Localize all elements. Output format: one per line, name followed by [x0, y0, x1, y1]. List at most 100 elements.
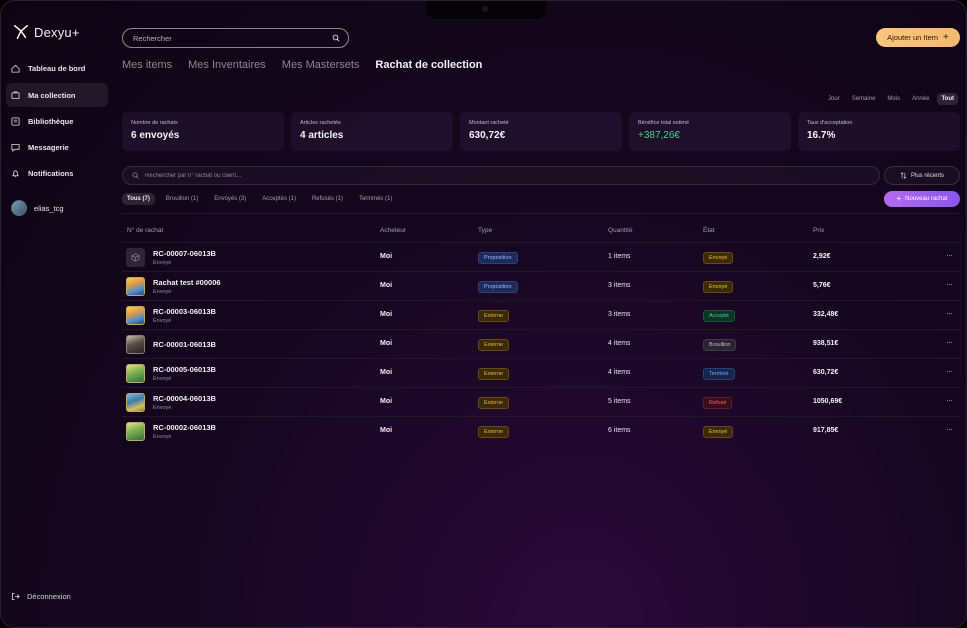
buyback-id-cell: RC-00007-06013B Envoyé — [153, 249, 216, 266]
column-header-price: Prix — [813, 227, 825, 234]
sort-button[interactable]: Plus récents — [884, 166, 960, 185]
tab-inventories[interactable]: Mes Inventaires — [188, 59, 266, 71]
table-row[interactable]: Rachat test #00006 Envoyé Moi Propositio… — [122, 271, 960, 300]
period-day[interactable]: Jour — [824, 93, 844, 105]
add-item-button[interactable]: Ajouter un Item + — [876, 28, 960, 47]
chip-finished[interactable]: Terminés (1) — [354, 193, 397, 205]
buyer: Moi — [380, 282, 393, 289]
status-badge: Accepté — [703, 310, 735, 322]
logout-button[interactable]: Déconnexion — [11, 592, 71, 601]
plus-icon: + — [896, 194, 902, 203]
buyback-id-cell: RC-00002-06013B Envoyé — [153, 423, 216, 440]
table-row[interactable]: RC-00005-06013B Envoyé Moi Externe 4 ite… — [122, 358, 960, 387]
buyback-id-cell: RC-00001-06013B — [153, 340, 216, 349]
tab-collection-buyback[interactable]: Rachat de collection — [375, 59, 482, 71]
table-row[interactable]: RC-00001-06013B Moi Externe 4 items Brou… — [122, 329, 960, 358]
type-badge: Externe — [478, 426, 509, 438]
table-row[interactable]: RC-00003-06013B Envoyé Moi Externe 3 ite… — [122, 300, 960, 329]
price: 630,72€ — [813, 369, 839, 376]
period-week[interactable]: Semaine — [848, 93, 880, 105]
item-thumbnail — [126, 306, 145, 325]
column-header-type: Type — [478, 227, 493, 234]
more-options-icon[interactable]: ··· — [946, 366, 953, 376]
sidebar-item-collection[interactable]: Ma collection — [6, 83, 108, 107]
buyback-id: RC-00005-06013B — [153, 365, 216, 374]
stats-cards: Nombre de rachats 6 envoyés Articles rac… — [122, 112, 960, 151]
buyback-substatus: Envoyé — [153, 405, 172, 411]
buyer: Moi — [380, 427, 393, 434]
stat-card-count: Nombre de rachats 6 envoyés — [122, 112, 284, 151]
camera-icon — [482, 6, 488, 12]
period-all[interactable]: Tout — [937, 93, 958, 105]
buyer: Moi — [380, 398, 393, 405]
chip-all[interactable]: Tous (7) — [122, 193, 155, 205]
buyback-id: RC-00001-06013B — [153, 340, 216, 349]
buyback-id-cell: RC-00004-06013B Envoyé — [153, 394, 216, 411]
table-row[interactable]: RC-00007-06013B Envoyé Moi Proposition 1… — [122, 242, 960, 271]
stat-card-articles: Articles rachetés 4 articles — [291, 112, 453, 151]
new-buyback-label: Nouveau rachat — [905, 196, 948, 202]
app-logo[interactable]: Dexyu+ — [12, 23, 80, 41]
more-options-icon[interactable]: ··· — [946, 424, 953, 434]
status-filter-chips: Tous (7) Brouillon (1) Envoyés (3) Accep… — [122, 193, 397, 205]
item-thumbnail — [126, 393, 145, 412]
search-icon[interactable] — [332, 34, 340, 42]
sidebar-item-dashboard[interactable]: Tableau de bord — [6, 56, 108, 80]
sidebar-item-notifications[interactable]: Notifications — [6, 161, 108, 185]
more-options-icon[interactable]: ··· — [946, 279, 953, 289]
sort-icon — [900, 172, 907, 179]
tab-items[interactable]: Mes items — [122, 59, 172, 71]
period-year[interactable]: Année — [908, 93, 933, 105]
camera-notch — [426, 1, 546, 19]
chip-sent[interactable]: Envoyés (3) — [209, 193, 251, 205]
logout-label: Déconnexion — [27, 592, 71, 601]
chip-accepted[interactable]: Acceptés (1) — [257, 193, 301, 205]
price: 332,48€ — [813, 311, 839, 318]
global-search[interactable] — [122, 28, 349, 48]
user-profile[interactable]: elias_tcg — [11, 200, 64, 216]
type-badge: Proposition — [478, 281, 518, 293]
buyback-substatus: Envoyé — [153, 376, 172, 382]
search-input[interactable] — [133, 33, 332, 43]
buyback-search[interactable] — [122, 166, 880, 185]
sidebar-item-library[interactable]: Bibliothèque — [6, 109, 108, 133]
buyback-id: Rachat test #00006 — [153, 278, 221, 287]
chip-draft[interactable]: Brouillon (1) — [161, 193, 203, 205]
more-options-icon[interactable]: ··· — [946, 250, 953, 260]
stat-value: 4 articles — [300, 130, 344, 141]
price: 938,51€ — [813, 340, 839, 347]
type-badge: Externe — [478, 368, 509, 380]
tab-mastersets[interactable]: Mes Mastersets — [282, 59, 360, 71]
chip-refused[interactable]: Refusés (1) — [307, 193, 348, 205]
sidebar-item-messages[interactable]: Messagerie — [6, 135, 108, 159]
more-options-icon[interactable]: ··· — [946, 395, 953, 405]
stat-card-profit: Bénéfice total estimé +387,26€ — [629, 112, 791, 151]
period-month[interactable]: Mois — [883, 93, 904, 105]
stat-card-acceptance: Taux d'acceptation 16.7% — [798, 112, 960, 151]
sidebar-item-label: Bibliothèque — [28, 116, 74, 126]
item-thumbnail — [126, 277, 145, 296]
app-name: Dexyu+ — [34, 24, 80, 40]
buyback-substatus: Envoyé — [153, 289, 172, 295]
buyer: Moi — [380, 311, 393, 318]
type-badge: Externe — [478, 339, 509, 351]
buyback-search-input[interactable] — [145, 172, 879, 179]
logo-icon — [13, 24, 29, 40]
sort-label: Plus récents — [910, 172, 944, 179]
price: 1050,69€ — [813, 398, 843, 405]
username: elias_tcg — [34, 203, 64, 213]
more-options-icon[interactable]: ··· — [946, 337, 953, 347]
table-row[interactable]: RC-00004-06013B Envoyé Moi Externe 5 ite… — [122, 387, 960, 416]
sidebar: Dexyu+ Tableau de bord Ma collection Bib… — [1, 1, 113, 627]
buyback-id-cell: RC-00003-06013B Envoyé — [153, 307, 216, 324]
buyback-substatus: Envoyé — [153, 318, 172, 324]
item-thumbnail — [126, 422, 145, 441]
new-buyback-button[interactable]: + Nouveau rachat — [884, 191, 960, 207]
more-options-icon[interactable]: ··· — [946, 308, 953, 318]
collection-icon — [11, 90, 20, 99]
item-thumbnail — [126, 335, 145, 354]
stat-label: Bénéfice total estimé — [638, 120, 690, 126]
table-row[interactable]: RC-00002-06013B Envoyé Moi Externe 6 ite… — [122, 416, 960, 445]
sidebar-item-label: Messagerie — [28, 142, 69, 152]
app-window: Dexyu+ Tableau de bord Ma collection Bib… — [0, 0, 967, 628]
